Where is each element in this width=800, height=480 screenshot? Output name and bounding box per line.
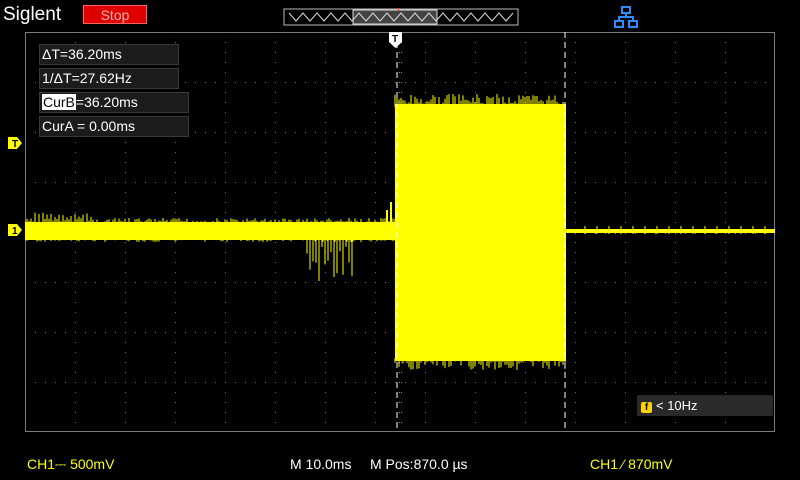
timebase-status[interactable]: M 10.0ms	[290, 455, 351, 473]
frequency-badge: f	[641, 402, 652, 413]
trigger-frequency-readout: f < 10Hz	[637, 395, 773, 416]
channel1-ground-marker-icon[interactable]: 1	[8, 224, 22, 236]
run-stop-status[interactable]: Stop	[83, 5, 147, 24]
delta-t-readout: ΔT=36.20ms	[39, 44, 179, 65]
trigger-level-marker-icon[interactable]: T	[8, 137, 22, 149]
cursor-b-readout: CurB=36.20ms	[39, 92, 189, 113]
brand-logo: Siglent	[3, 4, 62, 25]
trigger-frequency-text: < 10Hz	[656, 398, 698, 413]
horizontal-position-status[interactable]: M Pos:870.0 µs	[370, 455, 468, 473]
trigger-status[interactable]: CH1 ⁄ 870mV	[590, 455, 672, 473]
ch1-scale-status[interactable]: CH1⎓ 500mV	[27, 455, 114, 473]
channel1-marker-label: 1	[12, 226, 18, 236]
cursor-b-tag: CurB	[42, 94, 76, 110]
usb-network-icon	[614, 6, 638, 28]
cursor-b-value: =36.20ms	[75, 94, 138, 110]
trigger-position-label: T	[392, 34, 398, 45]
inverse-delta-t-readout: 1/ΔT=27.62Hz	[39, 68, 179, 89]
cursor-a-readout: CurA = 0.00ms	[39, 116, 189, 137]
trigger-level-label: T	[12, 139, 18, 149]
memory-position-bar[interactable]	[283, 8, 519, 26]
trigger-position-marker-icon[interactable]: T	[389, 32, 402, 48]
